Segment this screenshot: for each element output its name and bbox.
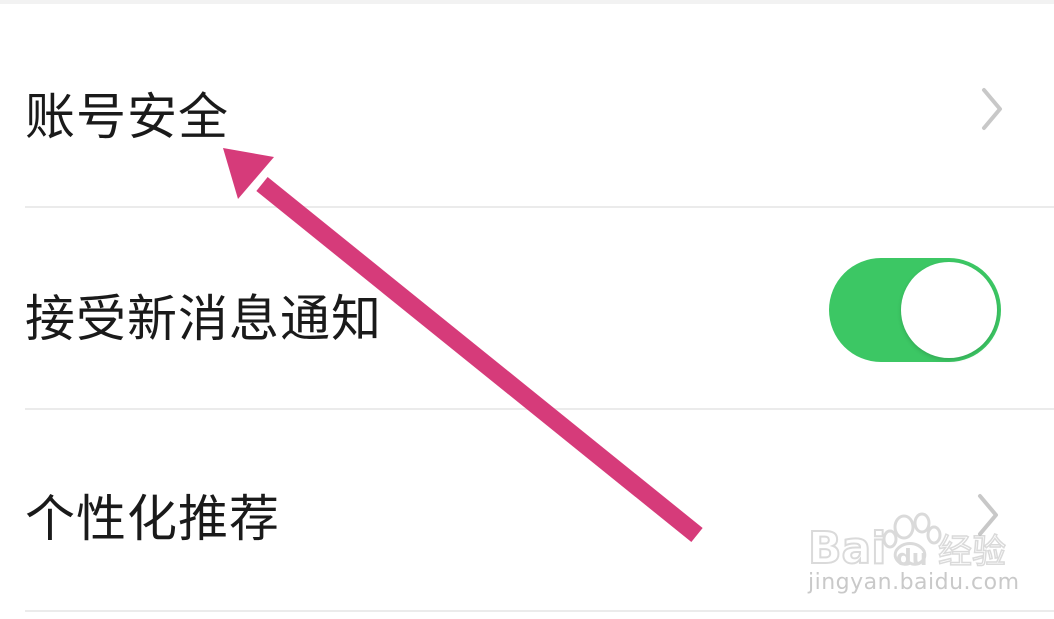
settings-item-label: 账号安全 <box>25 88 229 146</box>
divider <box>25 408 1054 410</box>
settings-item-account-security[interactable]: 账号安全 <box>0 38 1054 188</box>
settings-item-label: 接受新消息通知 <box>25 290 382 348</box>
top-strip <box>0 0 1054 4</box>
watermark-url: jingyan.baidu.com <box>808 570 1020 595</box>
settings-screen: 账号安全 接受新消息通知 个性化推荐 Bai du 经验 jingyan.bai… <box>0 0 1054 619</box>
toggle-knob <box>901 262 997 358</box>
notification-toggle[interactable] <box>829 258 1001 362</box>
divider <box>25 206 1054 208</box>
settings-item-personalized-recommendation[interactable]: 个性化推荐 <box>0 440 1054 590</box>
divider <box>25 610 1054 612</box>
chevron-right-icon[interactable] <box>972 84 1012 134</box>
settings-item-label: 个性化推荐 <box>25 490 280 548</box>
chevron-right-icon[interactable] <box>968 490 1008 540</box>
